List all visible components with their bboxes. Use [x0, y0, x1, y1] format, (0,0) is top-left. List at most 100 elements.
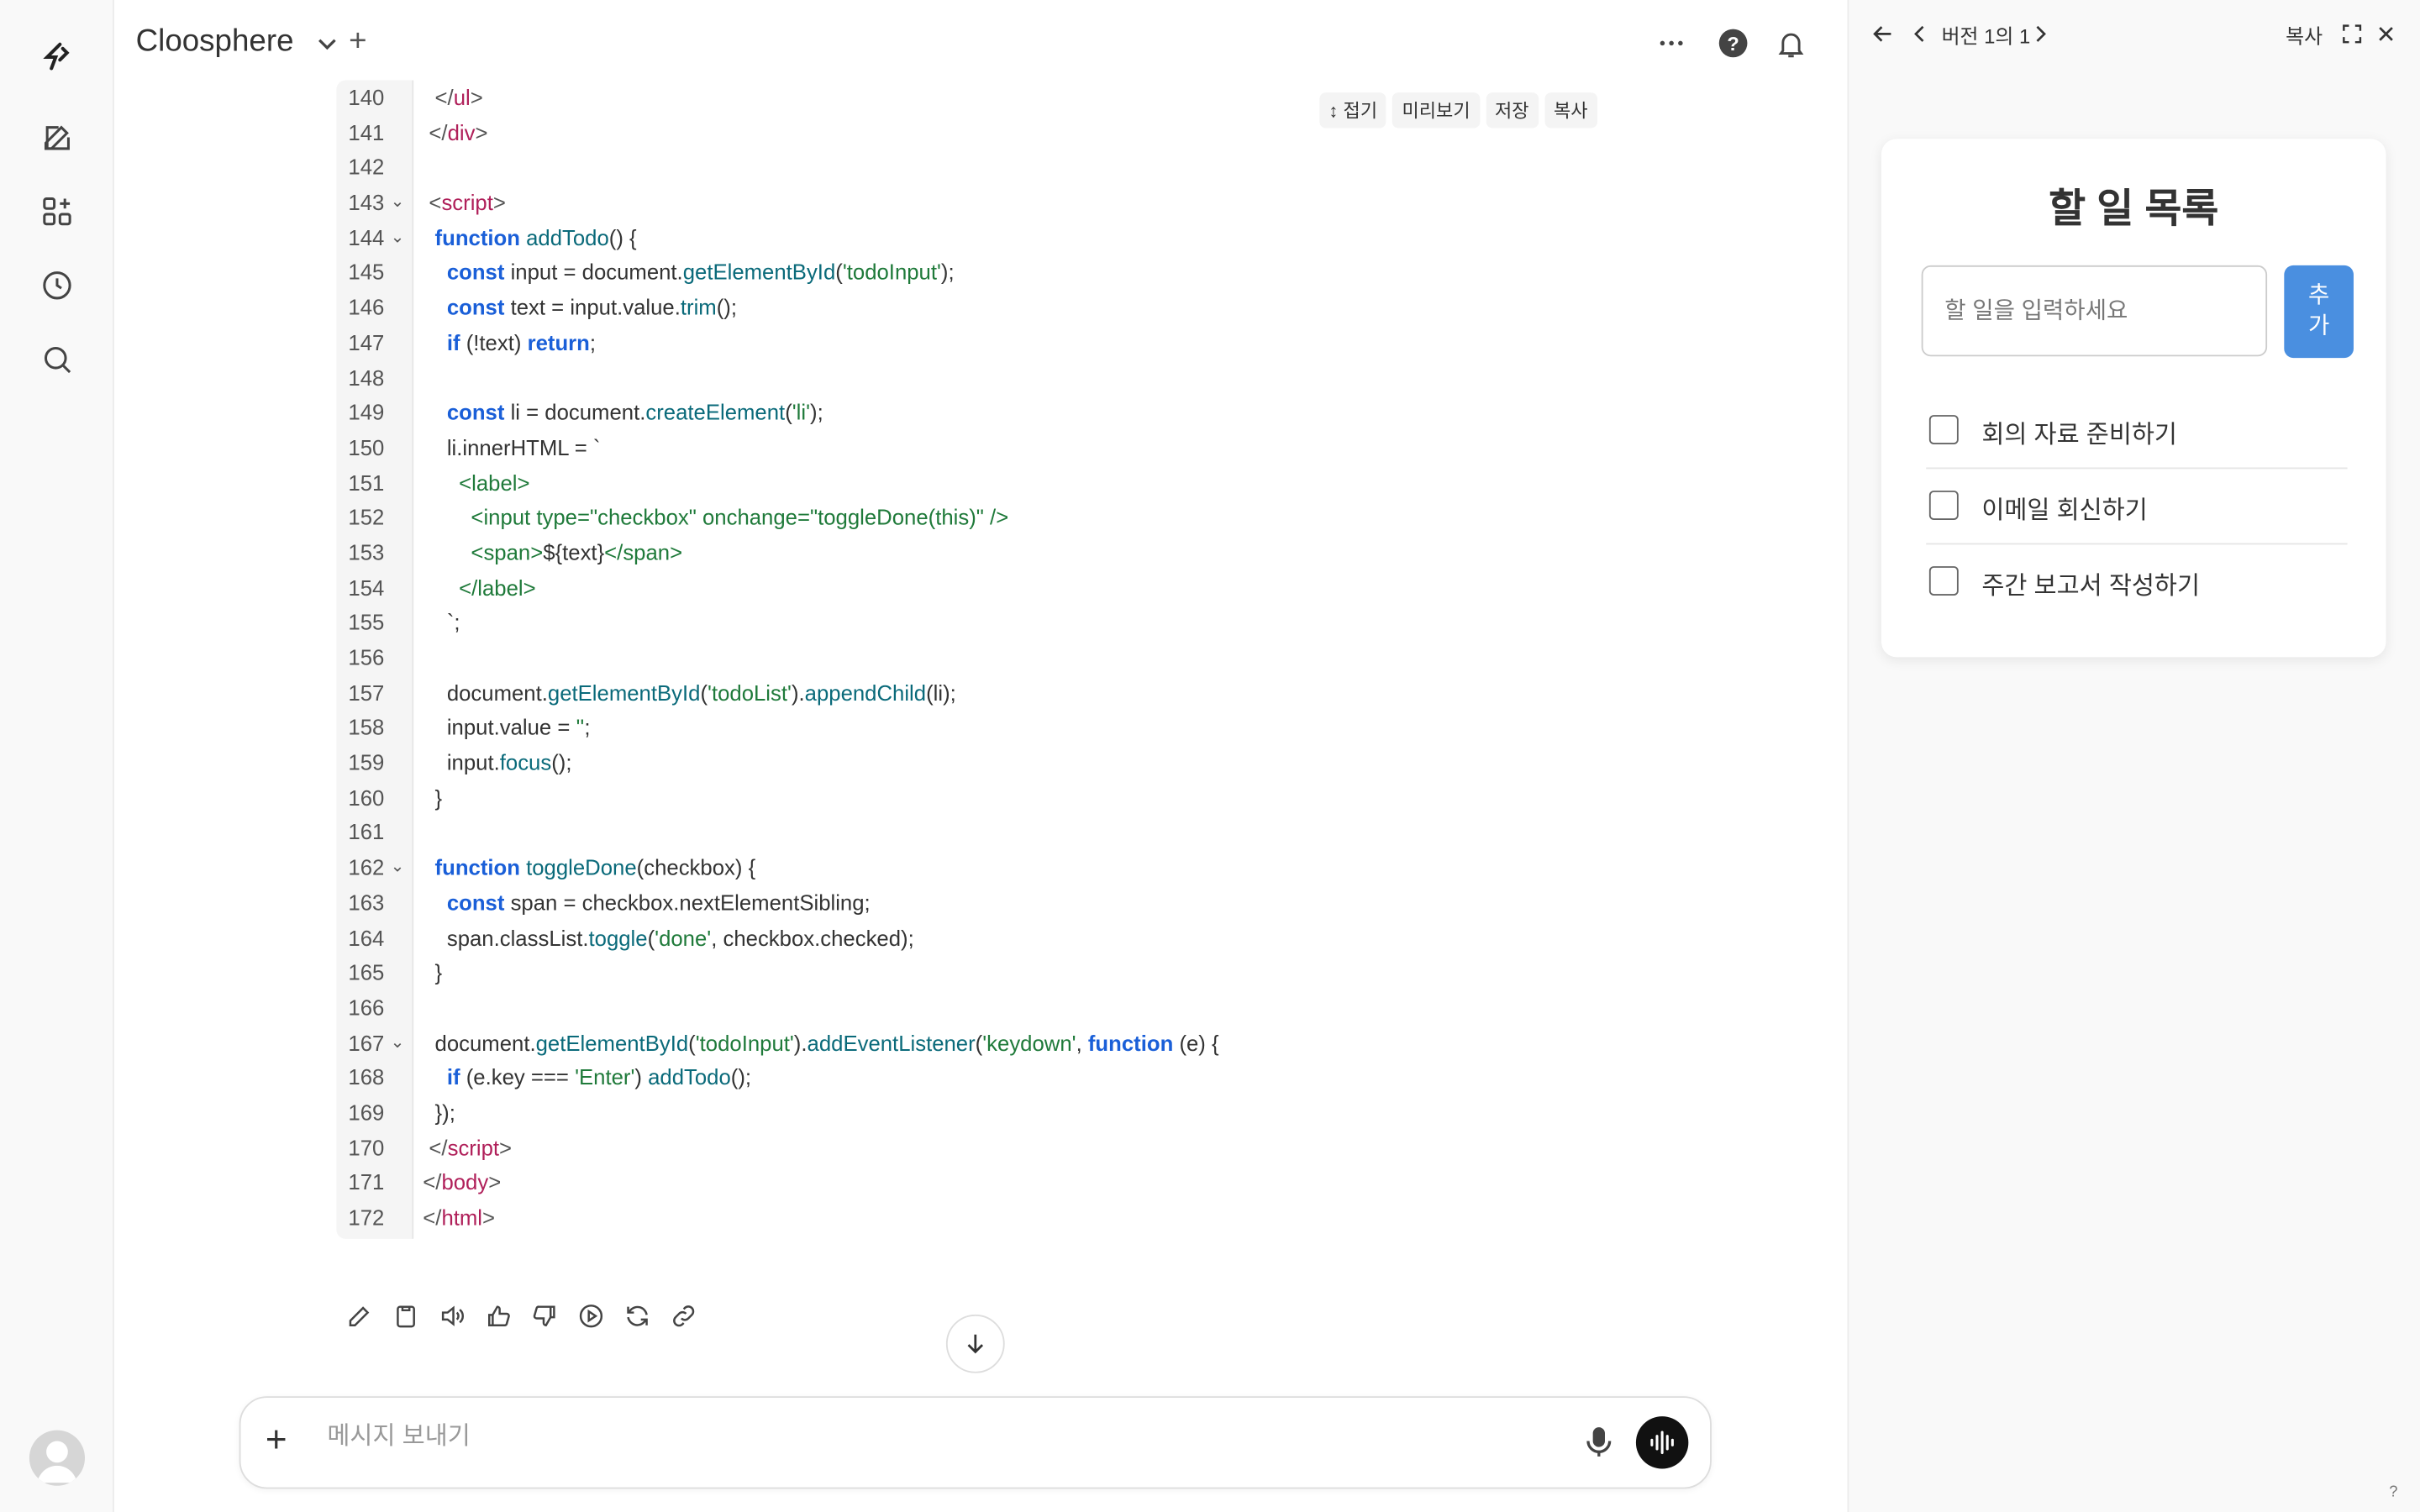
- app-title[interactable]: Cloosphere: [136, 24, 294, 60]
- more-icon[interactable]: [1649, 22, 1692, 65]
- code-text: }: [423, 785, 443, 810]
- play-icon[interactable]: [574, 1299, 608, 1333]
- todo-checkbox[interactable]: [1928, 491, 1959, 520]
- code-line: 166: [336, 990, 1617, 1026]
- line-number: 166: [348, 995, 385, 1020]
- code-line: 161: [336, 816, 1617, 851]
- save-button[interactable]: 저장: [1485, 92, 1539, 129]
- chevron-right-icon[interactable]: [2025, 18, 2056, 50]
- line-number: 143: [348, 190, 385, 215]
- line-number: 156: [348, 644, 385, 670]
- microphone-icon[interactable]: [1581, 1424, 1618, 1461]
- preview-button[interactable]: 미리보기: [1392, 92, 1480, 129]
- code-text: </script>: [423, 1135, 513, 1160]
- clipboard-icon[interactable]: [389, 1299, 423, 1333]
- line-number: 147: [348, 329, 385, 355]
- code-text: function addTodo() {: [434, 224, 637, 250]
- todo-item: 주간 보고서 작성하기: [1926, 544, 2347, 618]
- line-number: 157: [348, 680, 385, 705]
- code-text: document.getElementById('todoInput').add…: [423, 1030, 1219, 1055]
- line-number: 148: [348, 365, 385, 390]
- fold-chevron-icon[interactable]: ⌄: [391, 186, 405, 221]
- line-number: 172: [348, 1205, 385, 1230]
- todo-checkbox[interactable]: [1928, 415, 1959, 444]
- fold-chevron-icon[interactable]: ⌄: [391, 850, 405, 885]
- preview-panel-header: 버전 1의 1 복사: [1849, 0, 2420, 68]
- code-line: 163 const span = checkbox.nextElementSib…: [336, 885, 1617, 921]
- code-line: 147 if (!text) return;: [336, 325, 1617, 360]
- line-number: 164: [348, 925, 385, 950]
- close-icon[interactable]: [2370, 18, 2402, 50]
- help-mark[interactable]: ?: [2389, 1484, 2397, 1501]
- new-chat-icon[interactable]: [34, 114, 80, 160]
- line-number: 165: [348, 959, 385, 985]
- todo-text: 이메일 회신하기: [1981, 498, 2148, 525]
- message-actions: [343, 1299, 701, 1333]
- voice-mode-button[interactable]: [1635, 1416, 1689, 1469]
- code-line: 152 <input type="checkbox" onchange="tog…: [336, 501, 1617, 536]
- apps-icon[interactable]: [34, 188, 80, 234]
- edit-icon[interactable]: [343, 1299, 376, 1333]
- code-text: }: [423, 959, 443, 985]
- help-icon[interactable]: ?: [1712, 22, 1754, 65]
- code-text: li.innerHTML = `: [423, 434, 601, 460]
- line-number: 170: [348, 1135, 385, 1160]
- code-text: </label>: [459, 575, 536, 600]
- line-number: 171: [348, 1169, 385, 1195]
- add-todo-button[interactable]: 추가: [2284, 265, 2354, 359]
- code-text: if (!text) return;: [446, 329, 597, 355]
- line-number: 155: [348, 610, 385, 635]
- todo-title: 할 일 목록: [2049, 185, 2219, 232]
- back-arrow-icon[interactable]: [1867, 18, 1898, 50]
- link-icon[interactable]: [666, 1299, 700, 1333]
- copy-code-button[interactable]: 복사: [1544, 92, 1597, 129]
- line-number: 158: [348, 715, 385, 740]
- message-input[interactable]: [324, 1422, 1534, 1454]
- code-line: 172 </html>: [336, 1200, 1617, 1236]
- copy-button[interactable]: 복사: [2286, 20, 2323, 50]
- code-line: 146 const text = input.value.trim();: [336, 291, 1617, 326]
- code-line: 157 document.getElementById('todoList').…: [336, 675, 1617, 711]
- code-line: 151 <label>: [336, 465, 1617, 501]
- chevron-left-icon[interactable]: [1904, 18, 1935, 50]
- scroll-down-button[interactable]: [945, 1314, 1005, 1373]
- line-number: 169: [348, 1100, 385, 1125]
- todo-input[interactable]: [1921, 265, 2268, 357]
- fullscreen-icon[interactable]: [2337, 18, 2368, 50]
- code-line: 155 `;: [336, 606, 1617, 641]
- code-text: const li = document.createElement('li');: [446, 400, 823, 425]
- todo-checkbox[interactable]: [1928, 566, 1959, 596]
- fold-chevron-icon[interactable]: ⌄: [391, 1026, 405, 1061]
- speaker-icon[interactable]: [435, 1299, 469, 1333]
- thumbs-up-icon[interactable]: [481, 1299, 515, 1333]
- history-icon[interactable]: [34, 262, 80, 308]
- thumbs-down-icon[interactable]: [528, 1299, 561, 1333]
- regenerate-icon[interactable]: [620, 1299, 654, 1333]
- code-lines: 140 </ul> 141 </div> 142 143 ⌄ <script> 144 ⌄ …: [336, 81, 1617, 1236]
- chevron-down-icon[interactable]: [312, 28, 343, 59]
- version-label: 버전 1의 1: [1941, 24, 2031, 48]
- line-number: 160: [348, 785, 385, 810]
- line-number: 159: [348, 749, 385, 775]
- preview-panel: 버전 1의 1 복사 할 일 목록 추가 회의 자료 준비하기 이메일 회신하기…: [1847, 0, 2420, 1512]
- todo-text: 주간 보고서 작성하기: [1981, 574, 2200, 601]
- code-text: </body>: [423, 1169, 502, 1195]
- line-number: 168: [348, 1064, 385, 1090]
- code-line: 170 </script>: [336, 1131, 1617, 1166]
- fold-button[interactable]: ↕ 접기: [1319, 92, 1387, 129]
- code-text: </div>: [423, 119, 488, 145]
- bell-icon[interactable]: [1769, 22, 1812, 65]
- code-line: 168 if (e.key === 'Enter') addTodo();: [336, 1060, 1617, 1095]
- code-line: 150 li.innerHTML = `: [336, 430, 1617, 465]
- code-line: 160 }: [336, 780, 1617, 816]
- line-number: 152: [348, 505, 385, 530]
- search-icon[interactable]: [34, 336, 80, 382]
- line-number: 142: [348, 155, 385, 180]
- new-tab-plus-icon[interactable]: +: [349, 24, 366, 60]
- logo-icon[interactable]: [34, 34, 80, 80]
- fold-chevron-icon[interactable]: ⌄: [391, 220, 405, 255]
- attach-plus-icon[interactable]: +: [266, 1422, 287, 1459]
- avatar[interactable]: [29, 1430, 86, 1486]
- code-toolbar: ↕ 접기 미리보기 저장 복사: [1319, 92, 1597, 129]
- code-text: const input = document.getElementById('t…: [446, 260, 955, 285]
